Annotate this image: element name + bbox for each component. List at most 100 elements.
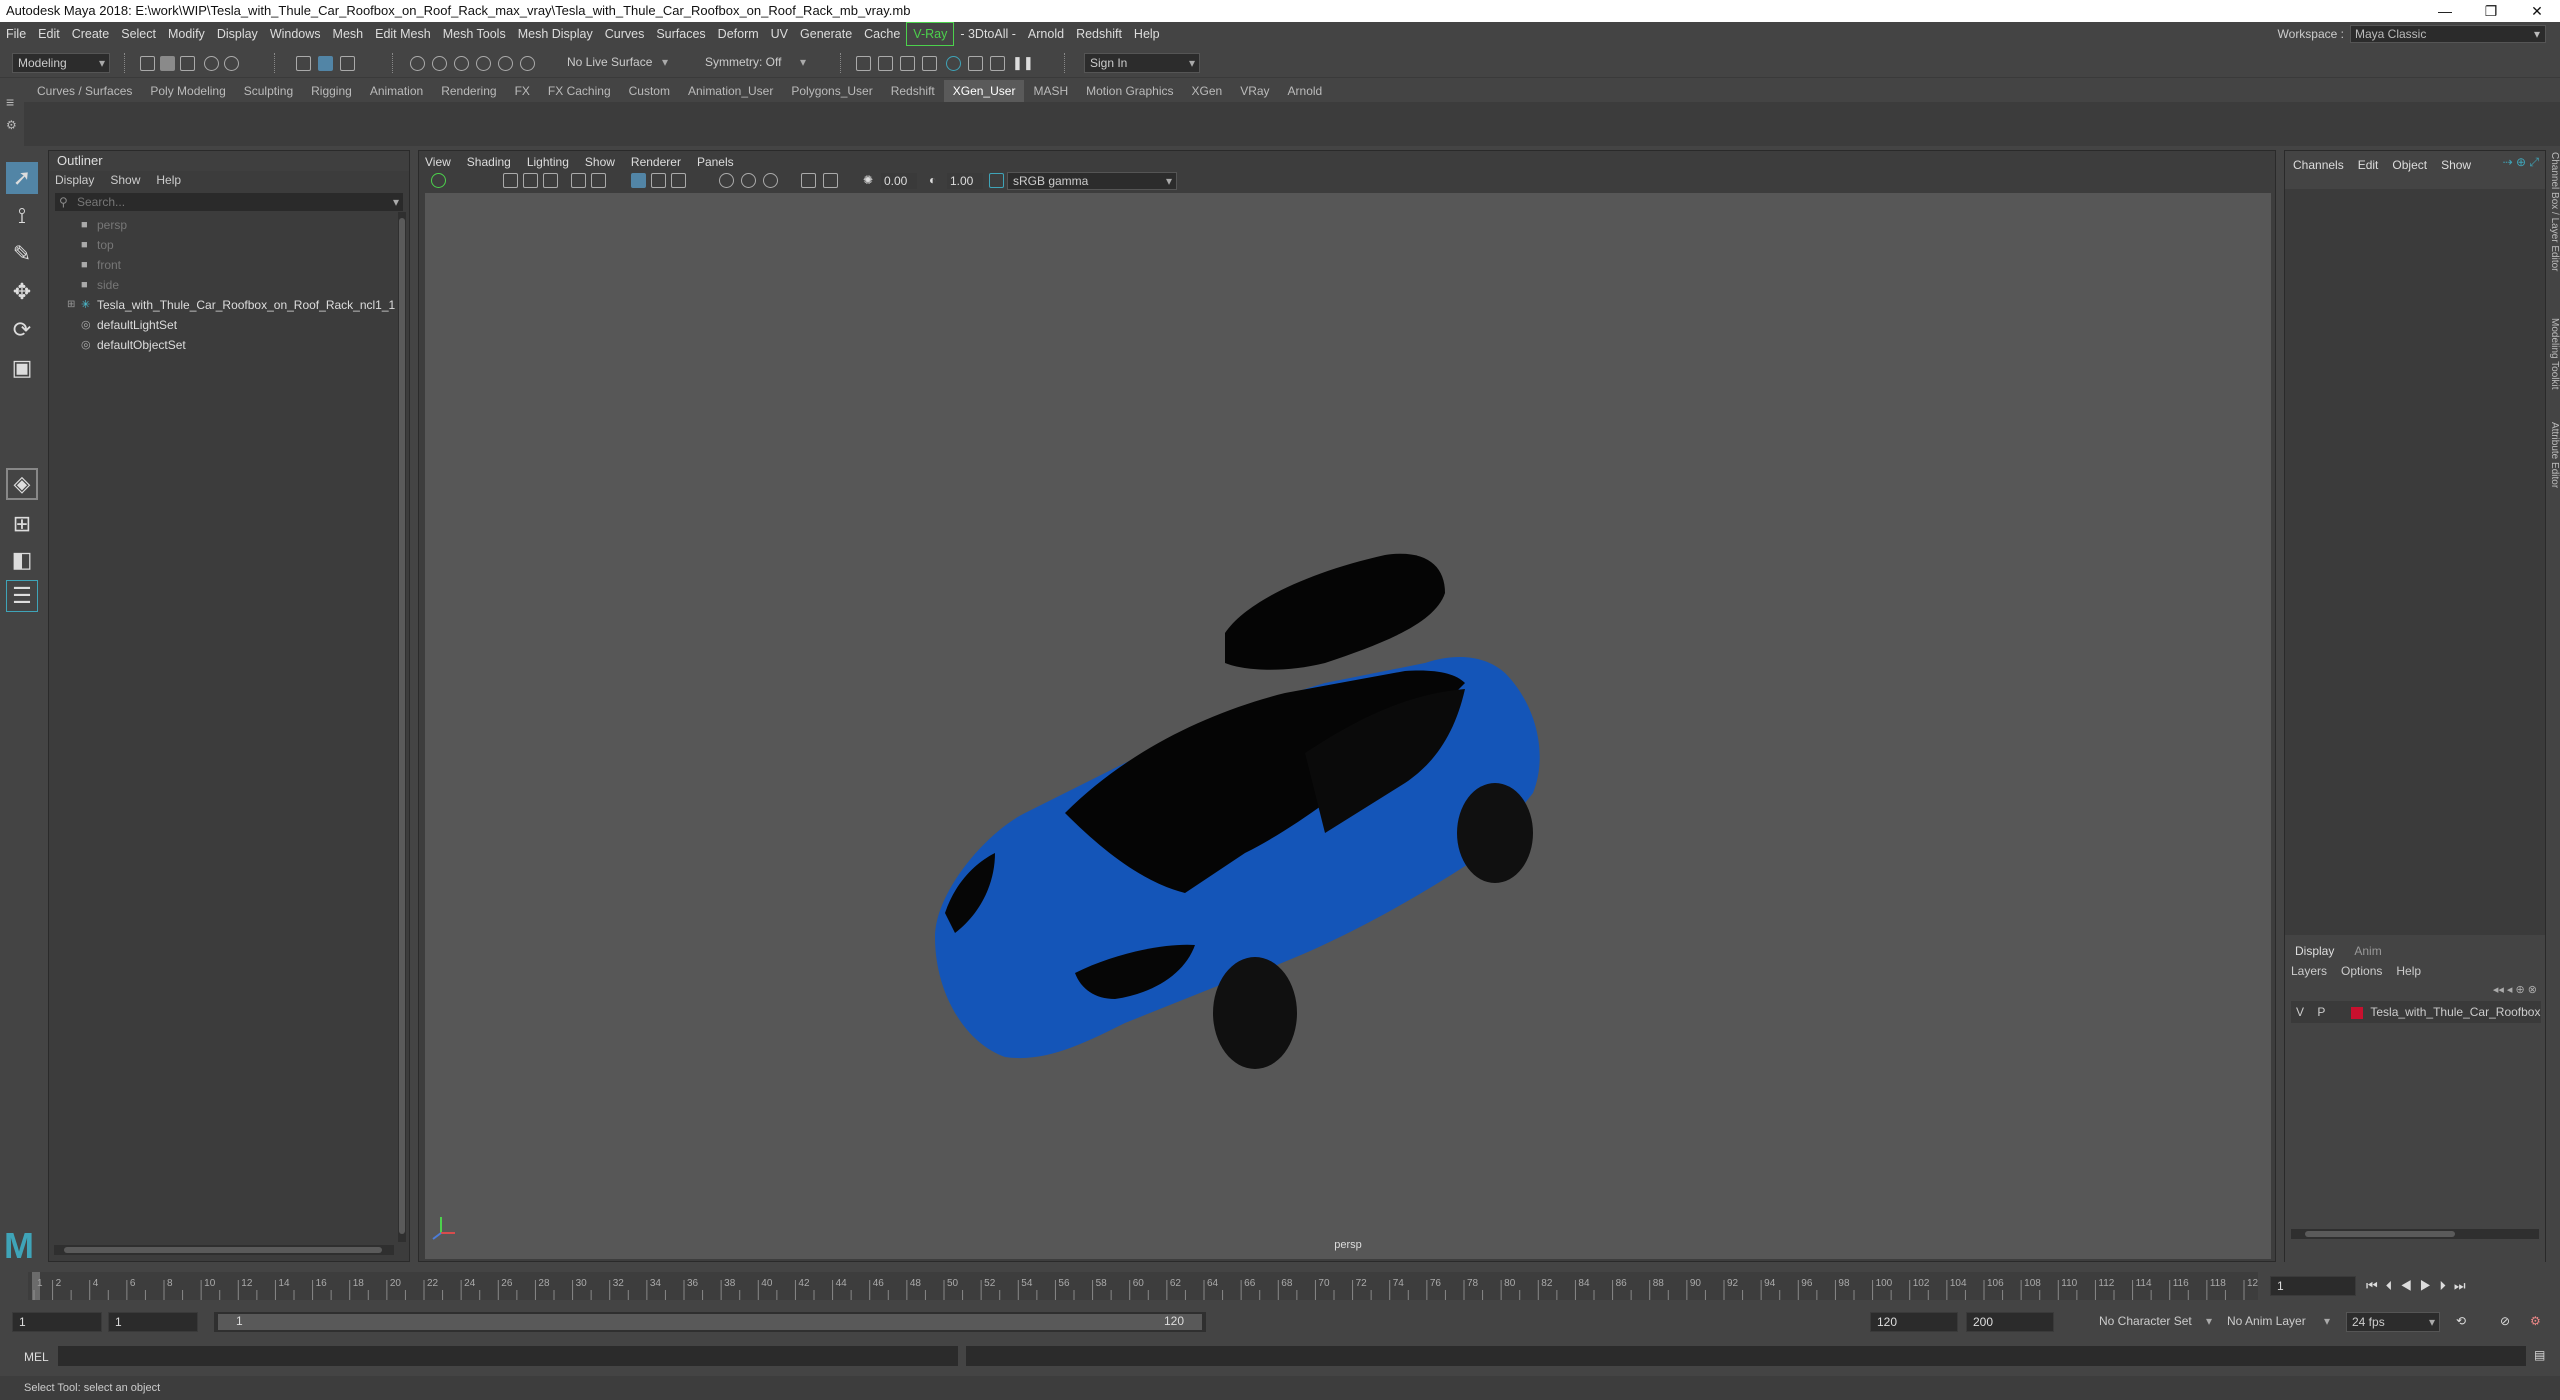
- outliner-menu-help[interactable]: Help: [156, 173, 181, 187]
- hypershade-icon[interactable]: [946, 56, 961, 71]
- layer-menu-layers[interactable]: Layers: [2291, 964, 2327, 978]
- search-options-icon[interactable]: ▾: [393, 193, 399, 211]
- shelf-tab-curves-surfaces[interactable]: Curves / Surfaces: [28, 80, 141, 102]
- live-surface-dropdown[interactable]: No Live Surface: [562, 53, 672, 73]
- viewport-menu-shading[interactable]: Shading: [467, 155, 511, 169]
- outliner-item[interactable]: ■ side: [55, 275, 395, 295]
- wireframe-icon[interactable]: [631, 173, 646, 188]
- menu-edit-mesh[interactable]: Edit Mesh: [369, 23, 437, 45]
- side-tab-attribute-editor[interactable]: Attribute Editor: [2546, 422, 2560, 488]
- outliner-item[interactable]: ■ persp: [55, 215, 395, 235]
- layer-playback[interactable]: P: [2312, 1001, 2330, 1023]
- outliner-search[interactable]: ⚲ Search... ▾: [55, 193, 403, 211]
- channel-menu-channels[interactable]: Channels: [2293, 158, 2344, 172]
- menu-modify[interactable]: Modify: [162, 23, 211, 45]
- workspace-dropdown[interactable]: Maya Classic: [2350, 25, 2546, 43]
- menu-curves[interactable]: Curves: [599, 23, 651, 45]
- smooth-shade-icon[interactable]: [651, 173, 666, 188]
- ipr-render-icon[interactable]: [900, 56, 915, 71]
- layer-menu-help[interactable]: Help: [2396, 964, 2421, 978]
- outliner-item[interactable]: ■ front: [55, 255, 395, 275]
- shelf-tab-rendering[interactable]: Rendering: [432, 80, 505, 102]
- current-frame-field[interactable]: 1: [2270, 1276, 2356, 1296]
- character-set-dropdown[interactable]: No Character Set: [2094, 1312, 2216, 1332]
- move-tool-icon[interactable]: ✥: [6, 276, 38, 308]
- script-editor-icon[interactable]: ▤: [2534, 1348, 2545, 1362]
- single-perspective-icon[interactable]: ◈: [6, 468, 38, 500]
- new-scene-icon[interactable]: [140, 56, 155, 71]
- ambient-occlusion-icon[interactable]: [763, 173, 778, 188]
- shelf-tab-rigging[interactable]: Rigging: [302, 80, 361, 102]
- fps-dropdown[interactable]: 24 fps: [2346, 1312, 2440, 1332]
- persp-outliner-icon[interactable]: ◧: [6, 544, 38, 576]
- symmetry-dropdown[interactable]: Symmetry: Off: [700, 53, 810, 73]
- side-tab-modeling-toolkit[interactable]: Modeling Toolkit: [2546, 318, 2560, 390]
- camera-attributes-icon[interactable]: [503, 173, 518, 188]
- playback-controls[interactable]: ⏮⏴◀▶⏵⏭: [2366, 1278, 2474, 1294]
- scale-tool-icon[interactable]: ▣: [6, 352, 38, 384]
- animation-start-field[interactable]: 1: [12, 1312, 102, 1332]
- shelf-tab-animation-user[interactable]: Animation_User: [679, 80, 782, 102]
- viewport-menu-panels[interactable]: Panels: [697, 155, 734, 169]
- current-time-marker[interactable]: [32, 1272, 40, 1300]
- layer-row[interactable]: V P Tesla_with_Thule_Car_Roofbox: [2291, 1001, 2541, 1023]
- menu-3dtoall[interactable]: - 3DtoAll -: [954, 23, 1022, 45]
- gamma-field[interactable]: 1.00: [947, 173, 983, 189]
- menu-mesh-tools[interactable]: Mesh Tools: [437, 23, 512, 45]
- render-settings-icon[interactable]: [922, 56, 937, 71]
- shadows-icon[interactable]: [741, 173, 756, 188]
- auto-key-icon[interactable]: ⊘: [2500, 1314, 2510, 1328]
- shelf-settings-icon[interactable]: ⚙: [6, 118, 17, 132]
- shelf-tab-xgen[interactable]: XGen: [1183, 80, 1232, 102]
- playback-end-field[interactable]: 120: [1870, 1312, 1958, 1332]
- menu-display[interactable]: Display: [211, 23, 264, 45]
- restore-icon[interactable]: ❐: [2468, 0, 2514, 22]
- minimize-icon[interactable]: —: [2422, 0, 2468, 22]
- playback-start-field[interactable]: 1: [108, 1312, 198, 1332]
- save-scene-icon[interactable]: [180, 56, 195, 71]
- menu-arnold[interactable]: Arnold: [1022, 23, 1070, 45]
- channel-menu-object[interactable]: Object: [2392, 158, 2427, 172]
- vray-fb-icon[interactable]: [968, 56, 983, 71]
- image-plane-icon[interactable]: [543, 173, 558, 188]
- select-object-icon[interactable]: [318, 56, 333, 71]
- snap-curve-icon[interactable]: [432, 56, 447, 71]
- menu-set-dropdown[interactable]: Modeling: [12, 53, 110, 73]
- sign-in-button[interactable]: Sign In: [1084, 53, 1200, 73]
- menu-select[interactable]: Select: [115, 23, 162, 45]
- select-component-icon[interactable]: [340, 56, 355, 71]
- redo-icon[interactable]: [224, 56, 239, 71]
- textured-icon[interactable]: [671, 173, 686, 188]
- menu-cache[interactable]: Cache: [858, 23, 906, 45]
- select-camera-icon[interactable]: [431, 173, 446, 188]
- menu-help[interactable]: Help: [1128, 23, 1166, 45]
- outliner-menu-display[interactable]: Display: [55, 173, 94, 187]
- bookmark-icon[interactable]: [523, 173, 538, 188]
- render-view-icon[interactable]: [856, 56, 871, 71]
- snap-view-icon[interactable]: [476, 56, 491, 71]
- grid-icon[interactable]: [571, 173, 586, 188]
- side-tab-channel-box-layer-editor[interactable]: Channel Box / Layer Editor: [2546, 152, 2560, 272]
- isolate-select-icon[interactable]: [801, 173, 816, 188]
- shelf-tab-poly-modeling[interactable]: Poly Modeling: [141, 80, 234, 102]
- timeline-ticks[interactable]: 1246810121416182022242628303234363840424…: [28, 1272, 2258, 1300]
- close-icon[interactable]: ✕: [2514, 0, 2560, 22]
- range-slider[interactable]: 1 120: [214, 1312, 1206, 1332]
- rotate-tool-icon[interactable]: ⟳: [6, 314, 38, 346]
- outliner-item[interactable]: ◎ defaultLightSet: [55, 315, 395, 335]
- channel-box-icons[interactable]: ⇢ ⊕ ⤢: [2503, 155, 2539, 170]
- four-view-icon[interactable]: ⊞: [6, 508, 38, 540]
- menu-file[interactable]: File: [0, 23, 32, 45]
- layer-buttons[interactable]: ◂◂ ◂ ⊕ ⊗: [2493, 983, 2537, 996]
- color-management-icon[interactable]: [989, 173, 1004, 188]
- snap-surface-icon[interactable]: [498, 56, 513, 71]
- menu-redshift[interactable]: Redshift: [1070, 23, 1128, 45]
- shelf-menu-icon[interactable]: ≡: [6, 94, 14, 110]
- loop-icon[interactable]: ⟲: [2456, 1314, 2466, 1328]
- preferences-icon[interactable]: ⚙: [2530, 1314, 2541, 1328]
- layer-scrollbar[interactable]: [2291, 1229, 2539, 1239]
- layer-menu-options[interactable]: Options: [2341, 964, 2382, 978]
- menu-create[interactable]: Create: [66, 23, 116, 45]
- viewport-menu-view[interactable]: View: [425, 155, 451, 169]
- layer-color-swatch[interactable]: [2351, 1006, 2364, 1019]
